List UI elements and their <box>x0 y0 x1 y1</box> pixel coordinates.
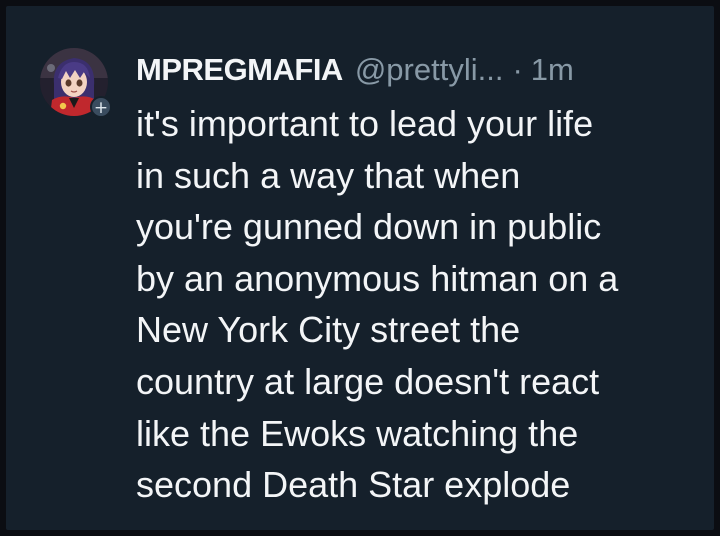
post-text-line: like the Ewoks watching the <box>136 412 579 454</box>
post-text-line: it's important to lead your life <box>136 103 594 144</box>
post-text-line: in such a way that when <box>136 154 521 196</box>
follow-plus-icon[interactable]: + <box>90 96 112 118</box>
post-text-line: country at large doesn't react <box>136 360 600 402</box>
post-header: MPREGMAFIA @prettyli... · 1m <box>136 44 574 96</box>
post-text-line: by an anonymous hitman on a <box>136 257 619 299</box>
timestamp[interactable]: 1m <box>531 52 574 88</box>
post-text-line: you're gunned down in public <box>136 206 602 248</box>
post-text: it's important to lead your life in such… <box>136 98 716 511</box>
display-name[interactable]: MPREGMAFIA <box>136 52 343 88</box>
user-handle[interactable]: @prettyli... <box>355 52 504 88</box>
post-card: + MPREGMAFIA @prettyli... · 1m it's impo… <box>6 6 714 530</box>
post-text-line: New York City street the <box>136 309 521 351</box>
separator-dot: · <box>512 52 523 87</box>
avatar-container[interactable]: + <box>40 48 112 118</box>
post-text-line: second Death Star explode <box>136 464 571 506</box>
screenshot-frame: + MPREGMAFIA @prettyli... · 1m it's impo… <box>0 0 720 536</box>
